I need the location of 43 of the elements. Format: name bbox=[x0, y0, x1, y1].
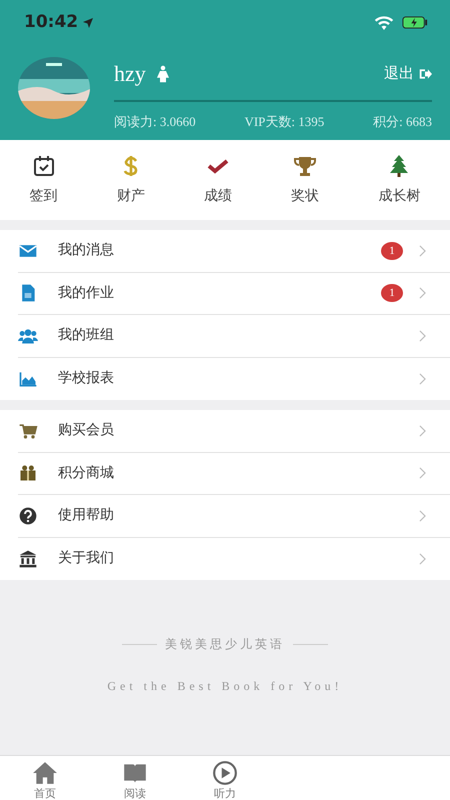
menu-item[interactable]: 关于我们 bbox=[18, 538, 450, 580]
clock-text: 10:42 bbox=[24, 10, 78, 34]
menu-item[interactable]: 使用帮助 bbox=[18, 495, 450, 538]
calendar-icon bbox=[32, 154, 56, 178]
stat-text: VIP天数: 1395 bbox=[244, 113, 324, 131]
chevron-icon bbox=[419, 552, 426, 565]
tab-button[interactable]: 听力 bbox=[180, 756, 270, 800]
stat-text: 积分: 6683 bbox=[373, 113, 432, 131]
menu-item[interactable]: 学校报表 bbox=[18, 358, 450, 400]
menu-item[interactable]: 我的班组 bbox=[18, 315, 450, 358]
battery-icon bbox=[402, 16, 428, 29]
chevron-icon bbox=[419, 287, 426, 300]
location-icon bbox=[82, 16, 94, 28]
chevron-icon bbox=[419, 424, 426, 437]
play-icon bbox=[212, 760, 238, 786]
shortcut-button[interactable]: 签到 bbox=[30, 154, 58, 206]
bank-icon bbox=[18, 548, 38, 569]
slogan-text: Get the Best Book for You! bbox=[107, 678, 343, 695]
shortcut-button[interactable]: 成长树 bbox=[378, 154, 420, 206]
user-name: hzy bbox=[114, 60, 146, 88]
chevron-icon bbox=[419, 330, 426, 342]
tab-button[interactable]: 阅读 bbox=[90, 756, 180, 800]
chevron-icon bbox=[419, 244, 426, 257]
chevron-icon bbox=[419, 510, 426, 522]
brand-title: 美锐美思少儿英语 bbox=[165, 636, 285, 653]
menu-item[interactable]: 积分商城 bbox=[18, 452, 450, 495]
logout-icon bbox=[418, 66, 432, 80]
wifi-icon bbox=[374, 15, 394, 30]
gift-icon bbox=[18, 463, 38, 484]
chevron-icon bbox=[419, 372, 426, 385]
home-icon bbox=[32, 760, 58, 786]
stat-text: 阅读力: 3.0660 bbox=[114, 113, 196, 131]
tab-button[interactable]: 首页 bbox=[0, 756, 90, 800]
chevron-icon bbox=[419, 467, 426, 480]
help-icon bbox=[18, 506, 38, 526]
badge-count: 1 bbox=[381, 242, 403, 260]
menu-item[interactable]: 我的作业 1 bbox=[18, 272, 450, 315]
badge-count: 1 bbox=[381, 284, 403, 302]
menu-item[interactable]: 购买会员 bbox=[18, 410, 450, 452]
menu-item[interactable]: 我的消息 1 bbox=[18, 230, 450, 272]
shortcut-button[interactable]: 成绩 bbox=[204, 154, 232, 206]
shortcut-button[interactable]: 财产 bbox=[116, 154, 145, 206]
shortcut-button[interactable]: 奖状 bbox=[291, 154, 320, 206]
